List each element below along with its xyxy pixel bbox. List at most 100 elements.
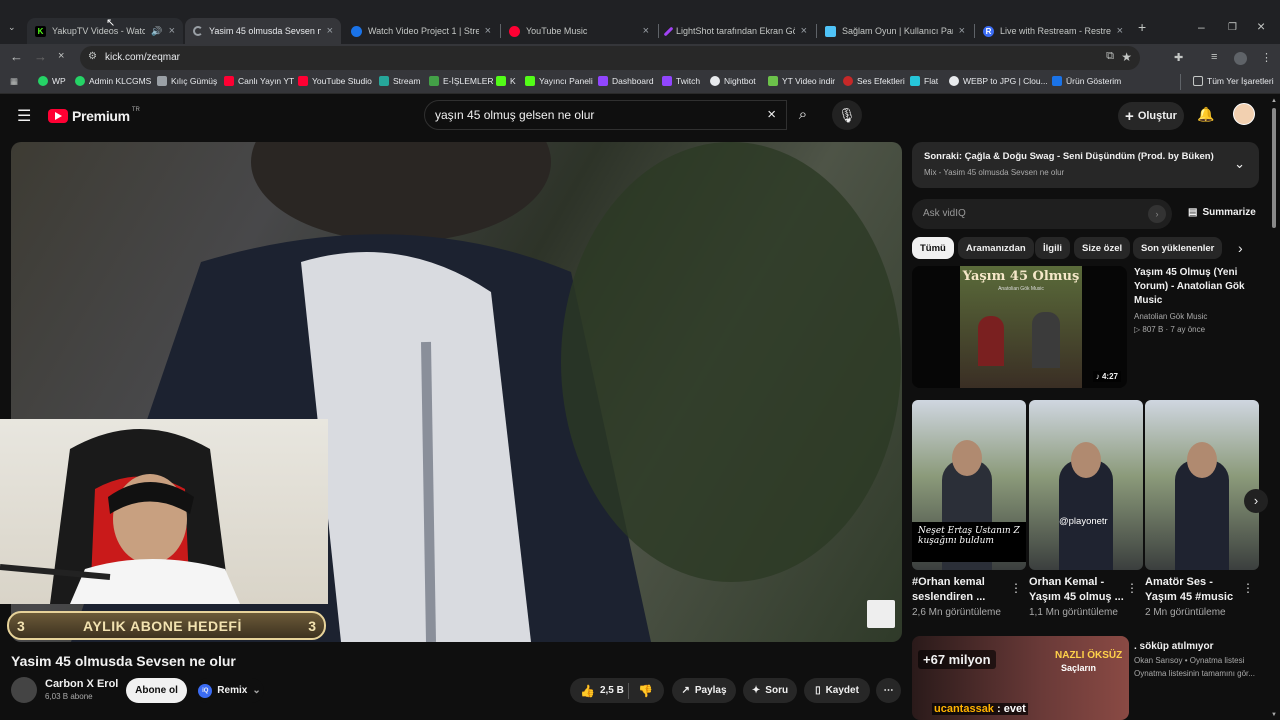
- back-icon[interactable]: ←: [10, 49, 23, 64]
- tab-close-icon[interactable]: ×: [959, 25, 965, 37]
- hamburger-menu-icon[interactable]: ☰: [17, 106, 31, 126]
- create-button[interactable]: + Oluştur: [1118, 102, 1184, 130]
- search-input[interactable]: [435, 108, 735, 122]
- youtube-premium-logo[interactable]: Premium TR: [48, 107, 140, 124]
- account-avatar[interactable]: [1233, 103, 1255, 125]
- rec-details[interactable]: Yaşım 45 Olmuş (Yeni Yorum) - Anatolian …: [1134, 266, 1264, 336]
- save-button[interactable]: ▯ Kaydet: [804, 678, 870, 703]
- bookmark-webp[interactable]: WEBP to JPG | Clou...: [949, 76, 1048, 86]
- minimize-icon[interactable]: –: [1198, 20, 1205, 34]
- site-info-icon[interactable]: ⚙: [88, 51, 97, 62]
- stop-loading-icon[interactable]: ×: [58, 50, 64, 62]
- ask-button[interactable]: ✦ Soru: [743, 678, 797, 703]
- media-control-icon[interactable]: ≡: [1211, 51, 1217, 63]
- share-button[interactable]: ↗ Paylaş: [672, 678, 736, 703]
- tab-2[interactable]: Yasim 45 olmusda Sevsen ne ol ×: [185, 18, 341, 44]
- bookmark-dashboard[interactable]: Dashboard: [598, 76, 654, 86]
- scrollbar-thumb[interactable]: [1272, 108, 1276, 228]
- channel-watermark-icon[interactable]: [867, 600, 895, 628]
- bookmark-k[interactable]: K: [496, 76, 516, 86]
- bookmark-studio[interactable]: YouTube Studio: [298, 76, 372, 86]
- forward-icon[interactable]: →: [34, 49, 47, 64]
- chips-next-icon[interactable]: ›: [1238, 240, 1243, 256]
- search-box[interactable]: ×: [424, 100, 787, 130]
- channel-avatar[interactable]: [11, 677, 37, 703]
- short-3-title[interactable]: Amatör Ses - Yaşım 45 #music: [1145, 575, 1240, 605]
- tab-close-icon[interactable]: ×: [327, 25, 333, 37]
- bookmark-yayinci[interactable]: Yayıncı Paneli: [525, 76, 593, 86]
- omnibox[interactable]: ⚙ kick.com/zeqmar ⧉ ★: [80, 46, 1140, 70]
- new-tab-button[interactable]: +: [1138, 19, 1146, 35]
- tab-3[interactable]: Watch Video Project 1 | Stream ×: [343, 18, 499, 44]
- tab-close-icon[interactable]: ×: [801, 25, 807, 37]
- short-thumbnail-1[interactable]: Neşet Ertaş Ustanın Z kuşağını buldum: [912, 400, 1026, 570]
- all-bookmarks[interactable]: Tüm Yer İşaretleri: [1193, 76, 1274, 86]
- more-actions-button[interactable]: ⋯: [876, 678, 901, 703]
- bookmark-star-icon[interactable]: ★: [1121, 50, 1132, 64]
- chrome-menu-icon[interactable]: ⋮: [1261, 51, 1272, 64]
- bookmark-stream[interactable]: Stream: [379, 76, 420, 86]
- vidiq-ask-box[interactable]: Ask vidIQ ›: [912, 199, 1172, 229]
- bookmark-twitch[interactable]: Twitch: [662, 76, 700, 86]
- tab-close-icon[interactable]: ×: [1117, 25, 1123, 37]
- remix-button[interactable]: iQ Remix ⌄: [195, 678, 264, 703]
- extensions-icon[interactable]: ✚: [1174, 51, 1183, 64]
- apps-grid-icon[interactable]: ▦: [10, 76, 18, 87]
- short-1-title[interactable]: #Orhan kemal seslendiren ...: [912, 575, 1007, 605]
- bookmark-ytindir[interactable]: YT Video indir: [768, 76, 835, 86]
- restore-icon[interactable]: ❐: [1228, 22, 1237, 33]
- chip-related[interactable]: İlgili: [1035, 237, 1070, 259]
- chevron-down-icon[interactable]: ⌄: [1234, 156, 1245, 172]
- bookmark-urun[interactable]: Ürün Gösterim: [1052, 76, 1121, 86]
- ask-vidiq-input[interactable]: Ask vidIQ: [923, 208, 966, 219]
- bookmark-eislemler[interactable]: E-İŞLEMLER: [429, 76, 494, 86]
- bookmark-admin[interactable]: Admin KLCGMS: [75, 76, 151, 86]
- tab-search-icon[interactable]: ⌄: [8, 22, 16, 33]
- summarize-button[interactable]: ▤ Summarize: [1188, 207, 1256, 218]
- notifications-bell-icon[interactable]: 🔔: [1197, 106, 1214, 123]
- bookmark-ses[interactable]: Ses Efektleri: [843, 76, 905, 86]
- bookmark-kilic[interactable]: Kılıç Gümüş: [157, 76, 217, 86]
- chip-all[interactable]: Tümü: [912, 237, 954, 259]
- playlist-details[interactable]: . söküp atılmıyor Okan Sarısoy • Oynatma…: [1134, 640, 1264, 680]
- short-thumbnail-3[interactable]: [1145, 400, 1259, 570]
- channel-name[interactable]: Carbon X Erol: [45, 678, 118, 690]
- tab-close-icon[interactable]: ×: [169, 25, 175, 37]
- shorts-next-icon[interactable]: ›: [1244, 489, 1268, 513]
- subscribe-button[interactable]: Abone ol: [126, 678, 187, 703]
- like-count[interactable]: 2,5 B: [600, 685, 624, 696]
- more-vertical-icon[interactable]: ⋮: [1010, 581, 1022, 595]
- tab-close-icon[interactable]: ×: [485, 25, 491, 37]
- tab-close-icon[interactable]: ×: [643, 25, 649, 37]
- bookmark-nightbot[interactable]: Nightbot: [710, 76, 756, 86]
- voice-search-button[interactable]: 🎙: [832, 100, 862, 130]
- window-close-icon[interactable]: ×: [1257, 18, 1265, 34]
- tab-7[interactable]: R Live with Restream - Restream ×: [975, 18, 1131, 44]
- bookmark-canli[interactable]: Canlı Yayın YT: [224, 76, 294, 86]
- dislike-icon[interactable]: 👎: [638, 684, 653, 698]
- bookmark-wp[interactable]: WP: [38, 76, 66, 86]
- short-2-title[interactable]: Orhan Kemal - Yaşım 45 olmuş ...: [1029, 575, 1124, 605]
- chip-for-you[interactable]: Size özel: [1074, 237, 1131, 259]
- more-vertical-icon[interactable]: ⋮: [1126, 581, 1138, 595]
- short-thumbnail-2[interactable]: @playonetr: [1029, 400, 1143, 570]
- tab-1[interactable]: K YakupTV Videos - Watch On 🔊 ×: [27, 18, 183, 44]
- tab-6[interactable]: Sağlam Oyun | Kullanıcı Paneli ×: [817, 18, 973, 44]
- clear-search-icon[interactable]: ×: [767, 106, 776, 123]
- rec-thumbnail[interactable]: Yaşım 45 Olmuş Anatolian Gök Music ♪ 4:2…: [912, 266, 1127, 388]
- send-arrow-icon[interactable]: ›: [1148, 205, 1166, 223]
- like-icon[interactable]: 👍: [580, 684, 595, 698]
- install-app-icon[interactable]: ⧉: [1106, 50, 1114, 63]
- tab-5[interactable]: LightShot tarafından Ekran Gör ×: [659, 18, 815, 44]
- chip-recent[interactable]: Son yüklenenler: [1133, 237, 1223, 259]
- chip-from-search[interactable]: Aramanızdan: [958, 237, 1034, 259]
- playlist-view-all[interactable]: Oynatma listesinin tamamını gör...: [1134, 667, 1264, 680]
- search-button[interactable]: ⌕: [787, 100, 819, 130]
- profile-icon[interactable]: [1234, 52, 1247, 65]
- tab-4[interactable]: YouTube Music ×: [501, 18, 657, 44]
- page-scrollbar[interactable]: ▲ ▼: [1271, 98, 1277, 718]
- speaker-icon[interactable]: 🔊: [151, 26, 162, 37]
- bookmark-flat[interactable]: Flat: [910, 76, 938, 86]
- more-vertical-icon[interactable]: ⋮: [1242, 581, 1254, 595]
- up-next-panel[interactable]: Sonraki: Çağla & Doğu Swag - Seni Düşünd…: [912, 142, 1259, 188]
